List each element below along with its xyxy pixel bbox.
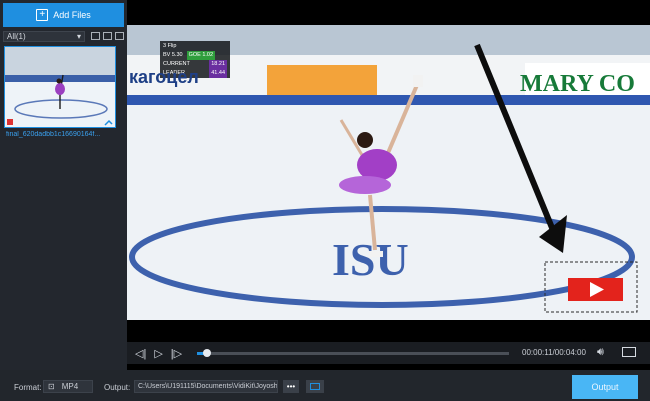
output-label: Output: [104,383,131,392]
volume-icon[interactable]: 🔊︎ [597,346,604,359]
add-files-button[interactable]: + Add Files [3,3,124,27]
filter-row: All(1) ▾ [3,30,124,42]
format-select[interactable]: ⊡ MP4 [43,380,93,393]
filter-value: All(1) [7,31,26,41]
svg-text:ISU: ISU [332,234,409,285]
video-player: ISU 3 Flip BV 5.30 GOE 1.02 CURRENT 18.2… [127,0,650,370]
file-name[interactable]: final_620dadbb1c16690164f... [6,131,121,138]
select-all-icon[interactable] [115,32,124,40]
previous-frame-icon[interactable]: ◁| [135,347,146,360]
video-thumbnail[interactable] [4,46,116,128]
screenshot-icon[interactable] [622,347,636,357]
progress-bar[interactable] [197,349,509,357]
browse-more-button[interactable]: ••• [283,380,299,393]
time-display: 00:00:11/00:04:00 [522,348,586,357]
add-files-label: Add Files [53,10,91,20]
jump-name: 3 Flip [163,43,177,49]
format-icon: ⊡ [48,382,55,391]
sponsor-board-left: кагоцел [129,67,199,87]
file-sidebar: + Add Files All(1) ▾ final_620dadbb1c166… [0,0,127,370]
open-folder-button[interactable] [306,380,324,393]
base-value: BV 5.30 [163,52,183,58]
thumbnail-image [5,47,115,127]
progress-knob[interactable] [202,349,211,357]
format-label: Format: [14,383,42,392]
video-frame[interactable]: ISU 3 Flip BV 5.30 GOE 1.02 CURRENT 18.2… [127,25,650,320]
output-button[interactable]: Output [572,375,638,399]
format-value: MP4 [61,382,79,391]
next-frame-icon[interactable]: |▷ [171,347,182,360]
leader-value: 41.44 [209,69,227,78]
goe-value: GOE 1.02 [186,51,216,60]
folder-icon [310,383,320,390]
bottom-bar: Format: ⊡ MP4 Output: C:\Users\U191115\D… [0,370,650,401]
plus-icon: + [36,9,49,21]
list-view-icon[interactable] [91,32,100,40]
playback-controls: ◁| ▷ |▷ 00:00:11/00:04:00 🔊︎ [127,342,650,364]
filter-select[interactable]: All(1) ▾ [3,30,85,42]
current-value: 18.21 [209,60,227,69]
output-path-field[interactable]: C:\Users\U191115\Documents\VidiKit\Joyos… [134,380,278,393]
play-icon[interactable]: ▷ [154,347,162,360]
chevron-down-icon: ▾ [76,31,81,41]
sponsor-board-right: MARY CO [520,71,635,97]
grid-view-icon[interactable] [103,32,112,40]
